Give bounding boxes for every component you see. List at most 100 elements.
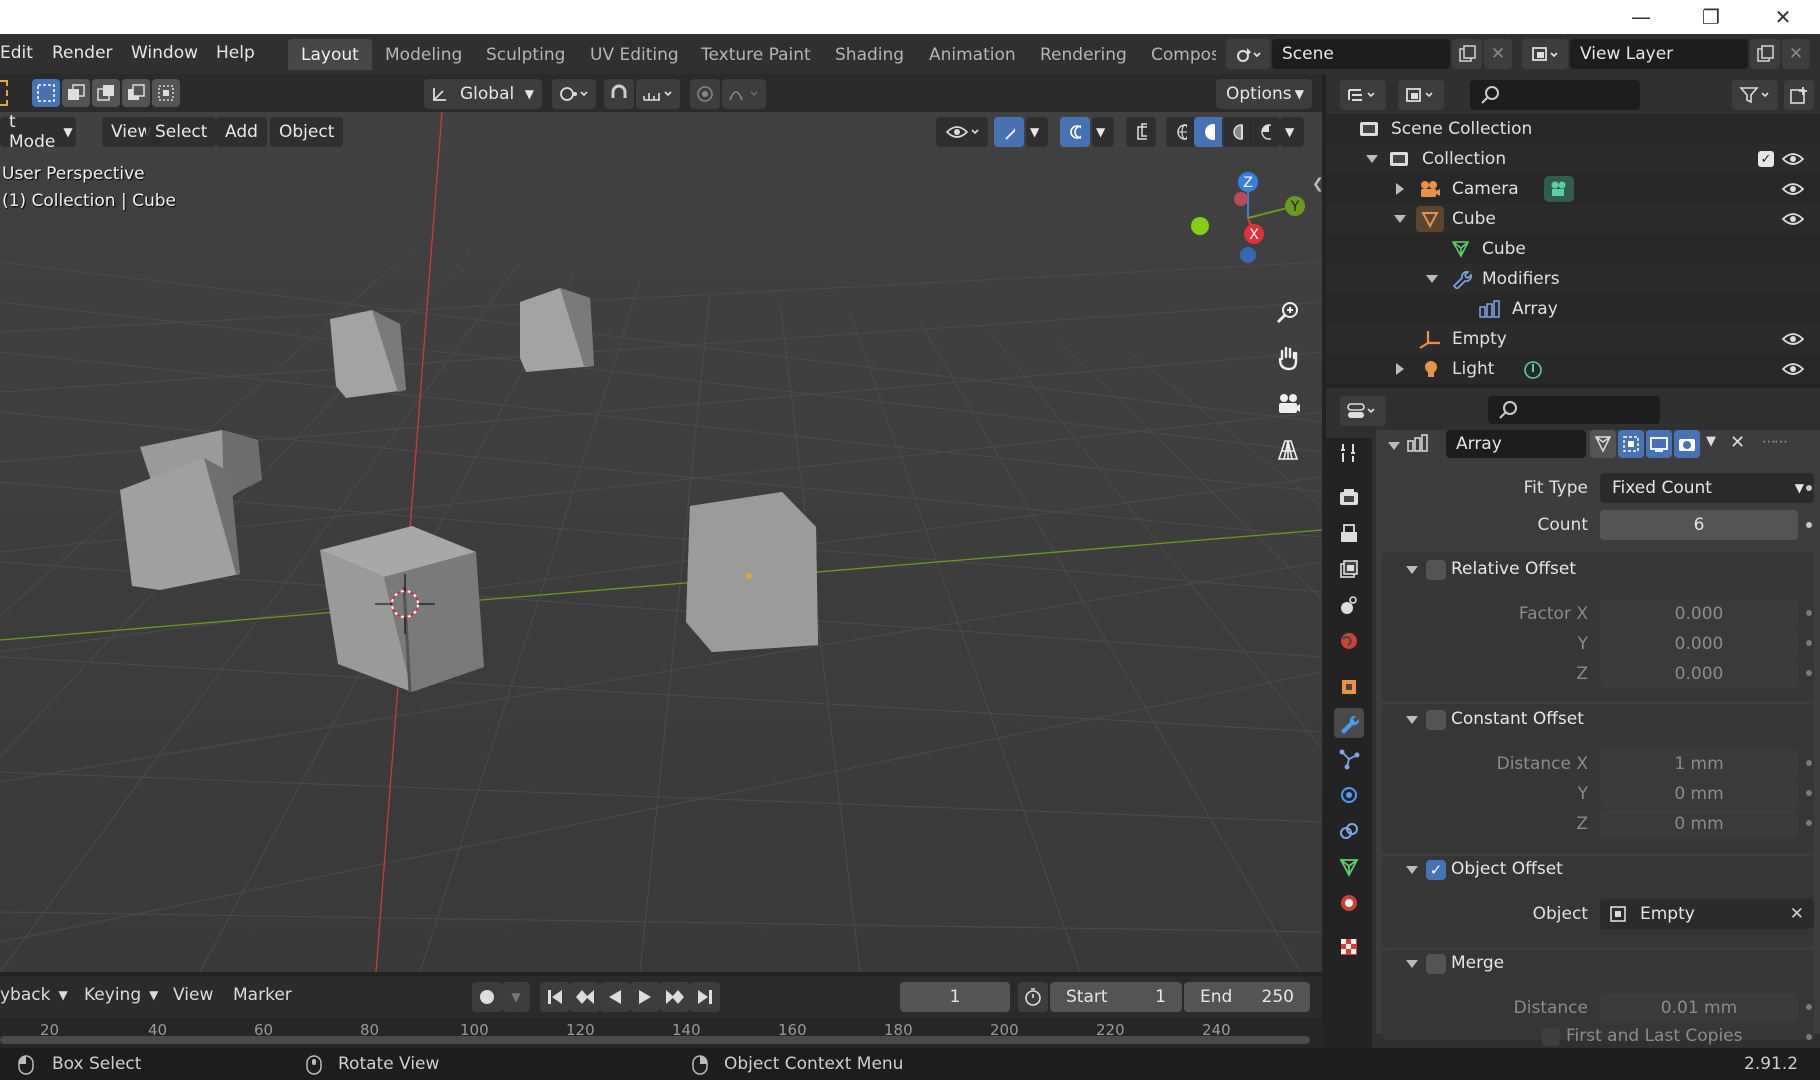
select-intersect-icon[interactable] — [152, 79, 180, 107]
clear-object-icon[interactable]: ✕ — [1790, 904, 1804, 924]
modifier-remove-icon[interactable]: ✕ — [1730, 432, 1745, 453]
constant-offset-checkbox[interactable] — [1426, 710, 1446, 730]
modifier-name-field[interactable]: Array — [1446, 430, 1586, 458]
modifier-tab-icon[interactable] — [1334, 708, 1364, 738]
end-frame-field[interactable]: End 250 — [1184, 982, 1310, 1012]
solid-shading-icon[interactable] — [1194, 117, 1224, 147]
proportional-falloff-icon[interactable] — [722, 79, 766, 109]
outliner-row-cube[interactable]: Cube — [1326, 204, 1820, 234]
outliner-row-empty[interactable]: Empty — [1326, 324, 1820, 354]
jump-start-icon[interactable] — [540, 982, 570, 1012]
tab-layout[interactable]: Layout — [288, 39, 372, 70]
menu-edit[interactable]: Edit — [0, 43, 33, 63]
overlays-toggle-icon[interactable] — [1060, 117, 1090, 147]
restore-icon[interactable]: ❐ — [1682, 0, 1740, 34]
keyframe-dot[interactable] — [1806, 485, 1812, 491]
output-tab-icon[interactable] — [1334, 518, 1364, 548]
properties-editor-type-icon[interactable] — [1340, 396, 1386, 426]
scene-delete-icon[interactable]: ✕ — [1484, 39, 1512, 69]
camera-data-icon[interactable] — [1544, 176, 1574, 202]
tab-modeling[interactable]: Modeling — [372, 39, 475, 70]
keyframe-dot[interactable] — [1806, 522, 1812, 528]
modifier-dropdown-icon[interactable]: ▼ — [1706, 434, 1716, 449]
menu-help[interactable]: Help — [216, 43, 255, 63]
gizmo-dropdown-icon[interactable]: ▼ — [1026, 117, 1048, 147]
constraints-tab-icon[interactable] — [1334, 816, 1364, 846]
section-collapse-icon[interactable] — [1406, 866, 1418, 874]
data-tab-icon[interactable] — [1334, 852, 1364, 882]
menu-timeline-view[interactable]: View — [173, 985, 213, 1005]
merge-checkbox[interactable] — [1426, 954, 1446, 974]
view-layer-delete-icon[interactable]: ✕ — [1782, 39, 1810, 69]
distance-z-field[interactable]: 0 mm — [1600, 809, 1798, 838]
xray-toggle-icon[interactable] — [1126, 117, 1156, 147]
timeline-ruler[interactable]: 20 40 60 80 100 120 140 160 180 200 220 … — [0, 1018, 1322, 1048]
select-subtract-icon[interactable] — [92, 79, 120, 107]
modifier-collapse-icon[interactable] — [1388, 442, 1400, 450]
cube-copy[interactable] — [686, 492, 818, 652]
keyframe-dot[interactable] — [1806, 640, 1812, 646]
outliner-row-camera[interactable]: Camera — [1326, 174, 1820, 204]
tab-texture-paint[interactable]: Texture Paint — [688, 39, 824, 70]
particles-tab-icon[interactable] — [1334, 744, 1364, 774]
keyframe-dot[interactable] — [1806, 760, 1812, 766]
scene-tab-icon[interactable] — [1334, 590, 1364, 620]
select-new-icon[interactable] — [32, 79, 60, 107]
viewport-display-toggle-icon[interactable] — [1646, 430, 1672, 458]
cube-copy[interactable] — [520, 288, 594, 372]
jump-end-icon[interactable] — [690, 982, 720, 1012]
keyframe-dot[interactable] — [1806, 790, 1812, 796]
scene-new-icon[interactable] — [1452, 39, 1482, 69]
keyframe-dot[interactable] — [1806, 1034, 1812, 1040]
new-collection-icon[interactable] — [1784, 80, 1814, 110]
expand-arrow-icon[interactable] — [1366, 155, 1378, 163]
snap-target-icon[interactable] — [636, 79, 680, 109]
proportional-edit-icon[interactable] — [690, 79, 720, 109]
select-invert-icon[interactable] — [122, 79, 150, 107]
keyframe-dot[interactable] — [1806, 1004, 1812, 1010]
menu-window[interactable]: Window — [131, 43, 198, 63]
keyframe-dot[interactable] — [1806, 820, 1812, 826]
cube-copy[interactable] — [330, 310, 406, 398]
timeline-scrollbar[interactable] — [0, 1036, 1310, 1044]
transform-orientation-dropdown[interactable]: Global ▼ — [424, 79, 542, 109]
menu-keying[interactable]: Keying ▼ — [84, 985, 158, 1005]
cage-toggle-icon[interactable] — [1618, 430, 1644, 458]
drag-handle-icon[interactable]: ⋯⋯ — [1762, 434, 1788, 450]
tab-rendering[interactable]: Rendering — [1027, 39, 1140, 70]
fit-type-dropdown[interactable]: Fixed Count ▼ — [1600, 473, 1814, 503]
camera-view-icon[interactable] — [1270, 386, 1306, 422]
zoom-icon[interactable] — [1270, 294, 1306, 330]
mode-dropdown[interactable]: t Mode ▼ — [0, 112, 76, 152]
shading-dropdown-icon[interactable]: ▼ — [1280, 117, 1304, 147]
light-data-icon[interactable] — [1522, 359, 1544, 381]
eye-icon[interactable] — [1782, 212, 1804, 226]
eye-icon[interactable] — [1782, 182, 1804, 196]
pan-hand-icon[interactable] — [1270, 340, 1306, 376]
expand-arrow-icon[interactable] — [1396, 183, 1404, 195]
snap-toggle-icon[interactable] — [604, 79, 634, 109]
eye-icon[interactable] — [1782, 362, 1804, 376]
navigation-gizmo[interactable]: Z Y X — [1180, 166, 1310, 276]
exclude-checkbox[interactable]: ✓ — [1758, 151, 1774, 167]
view-layer-tab-icon[interactable] — [1334, 554, 1364, 584]
factor-y-field[interactable]: 0.000 — [1600, 629, 1798, 658]
tab-shading[interactable]: Shading — [822, 39, 917, 70]
distance-y-field[interactable]: 0 mm — [1600, 779, 1798, 808]
texture-tab-icon[interactable] — [1334, 932, 1364, 962]
visibility-icon[interactable] — [936, 117, 988, 147]
merge-distance-field[interactable]: 0.01 mm — [1600, 993, 1798, 1022]
menu-marker[interactable]: Marker — [233, 985, 292, 1005]
relative-offset-checkbox[interactable] — [1426, 560, 1446, 580]
preview-range-icon[interactable] — [1018, 982, 1048, 1012]
display-mode-icon[interactable] — [1398, 80, 1444, 110]
outliner-row-light[interactable]: Light — [1326, 354, 1820, 384]
keyframe-dot[interactable] — [1806, 670, 1812, 676]
outliner-row-modifiers[interactable]: Modifiers — [1326, 264, 1820, 294]
outliner-search-input[interactable] — [1470, 80, 1640, 110]
menu-playback[interactable]: yback ▼ — [0, 985, 68, 1005]
outliner-row-array[interactable]: Array — [1326, 294, 1820, 324]
pivot-point-icon[interactable] — [552, 79, 596, 109]
jump-keyframe-back-icon[interactable] — [570, 982, 600, 1012]
view-layer-name-field[interactable]: View Layer — [1570, 39, 1748, 69]
